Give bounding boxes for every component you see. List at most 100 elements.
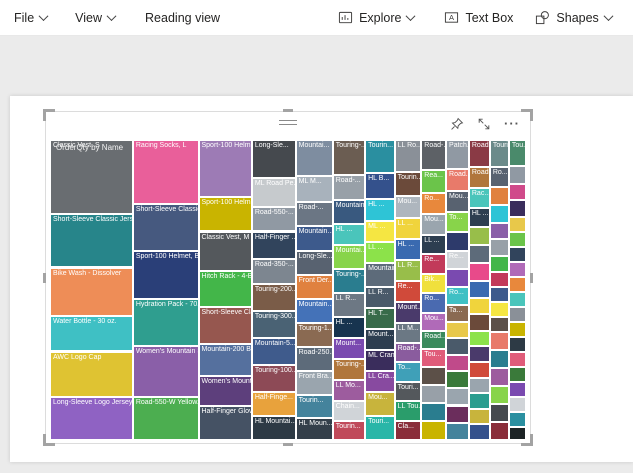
treemap-cell[interactable]: Touring-... (332, 359, 366, 380)
treemap-cell[interactable] (489, 302, 509, 317)
treemap-cell[interactable] (508, 165, 526, 184)
treemap-cell[interactable]: Cla... (394, 420, 422, 440)
treemap-cell[interactable]: LL R... (332, 293, 366, 317)
treemap-cell[interactable]: Mou... (421, 312, 447, 331)
treemap-cell[interactable]: Ro... (421, 293, 447, 313)
treemap-cell[interactable] (508, 306, 526, 322)
treemap-cell[interactable]: Hitch Rack - 4-Bi... (198, 271, 252, 307)
treemap-cell[interactable]: Road-... (421, 140, 447, 170)
menu-file[interactable]: File (14, 11, 49, 25)
selection-handle-top-left[interactable] (43, 109, 55, 121)
treemap-cell[interactable]: Sport-100 Helmet, B... (132, 251, 199, 299)
treemap-cell[interactable]: Tou... (421, 348, 447, 367)
treemap-cell[interactable]: Bike Wash - Dissolver (50, 267, 133, 316)
treemap-cell[interactable]: LL ... (365, 242, 395, 263)
treemap-cell[interactable] (421, 403, 447, 422)
treemap-cell[interactable]: Touring-300... (251, 311, 296, 338)
treemap-cell[interactable]: Touring-... (332, 140, 366, 175)
treemap-cell[interactable]: Short-Sleeve Classic Jerse... (50, 214, 133, 268)
treemap-cell[interactable]: Road-... (394, 342, 422, 362)
treemap-cell[interactable]: Road... (468, 167, 490, 188)
treemap-cell[interactable]: Mountain-5... (251, 338, 296, 365)
treemap-cell[interactable]: LL Tou... (394, 401, 422, 421)
treemap-cell[interactable] (508, 216, 526, 232)
treemap-cell[interactable]: To... (446, 212, 469, 232)
treemap-cell[interactable] (489, 350, 509, 368)
treemap-cell[interactable]: Re... (446, 251, 469, 269)
treemap-cell[interactable]: Touring-100... (251, 365, 296, 392)
treemap-cell[interactable] (508, 276, 526, 292)
treemap-cell[interactable]: Short-Sleeve Cla... (198, 306, 252, 344)
treemap-cell[interactable] (489, 239, 509, 256)
treemap-cell[interactable] (489, 186, 509, 205)
treemap-cell[interactable] (421, 384, 447, 404)
treemap-cell[interactable] (446, 422, 469, 440)
treemap-cell[interactable] (489, 222, 509, 239)
menu-view[interactable]: View (75, 11, 117, 25)
selection-handle-right[interactable] (530, 272, 533, 283)
treemap-cell[interactable]: Road... (421, 330, 447, 349)
treemap-cell[interactable]: LL ... (394, 218, 422, 239)
treemap-cell[interactable]: Mount... (394, 302, 422, 323)
treemap-cell[interactable] (468, 346, 490, 362)
treemap-cell[interactable]: Short-Sleeve Classic... (132, 203, 199, 251)
treemap-cell[interactable]: Re... (421, 254, 447, 274)
treemap-cell[interactable]: Mount... (332, 338, 366, 359)
treemap-cell[interactable]: Touri... (394, 381, 422, 401)
treemap-cell[interactable]: Mountain... (295, 225, 333, 251)
treemap-cell[interactable] (446, 321, 469, 338)
treemap-cell[interactable] (508, 366, 526, 382)
treemap-cell[interactable] (508, 291, 526, 307)
treemap-cell[interactable] (446, 405, 469, 423)
treemap-cell[interactable]: LL Cra... (365, 371, 395, 392)
treemap-cell[interactable]: Hydration Pack - 70... (132, 299, 199, 346)
treemap-cell[interactable]: Touring-... (332, 269, 366, 293)
treemap-cell[interactable]: LL Mo... (332, 380, 366, 401)
treemap-cell[interactable] (489, 386, 509, 404)
menu-explore[interactable]: Explore (338, 10, 416, 25)
selection-handle-top-right[interactable] (521, 109, 533, 121)
treemap-cell[interactable] (468, 227, 490, 245)
treemap-cell[interactable]: Long-Sle... (295, 251, 333, 275)
treemap-cell[interactable]: Long-Sle... (251, 140, 296, 178)
treemap-cell[interactable]: Classic Vest, M (198, 231, 252, 272)
treemap-cell[interactable]: Ro... (446, 287, 469, 305)
treemap-cell[interactable]: Patch... (446, 140, 469, 169)
treemap-cell[interactable]: Classic Vest, S (50, 140, 133, 215)
treemap-cell[interactable]: Mountain... (365, 263, 395, 287)
treemap-cell[interactable] (489, 287, 509, 302)
treemap-cell[interactable]: Long-Sleeve Logo Jersey, L (50, 397, 133, 440)
treemap-cell[interactable]: Mountain... (332, 200, 366, 224)
treemap-cell[interactable]: Ro... (421, 192, 447, 214)
treemap-cell[interactable]: Sport-100 Helm... (198, 140, 252, 197)
treemap-cell[interactable]: Women's Mountain S... (132, 345, 199, 397)
treemap-cell[interactable] (446, 354, 469, 371)
treemap-cell[interactable]: Road-550-W Yellow... (132, 396, 199, 440)
treemap-cell[interactable]: Women's Mount... (198, 376, 252, 407)
treemap-cell[interactable]: LL R... (394, 260, 422, 281)
treemap-cell[interactable]: Tourin... (394, 171, 422, 196)
treemap-cell[interactable] (446, 388, 469, 406)
treemap-cell[interactable] (489, 332, 509, 350)
treemap-cell[interactable]: Rea... (421, 170, 447, 193)
treemap-cell[interactable] (468, 263, 490, 281)
treemap-cell[interactable]: Re... (394, 281, 422, 302)
treemap-visual[interactable]: ··· OrderQty by Name Classic Vest, S Shor… (43, 109, 533, 446)
treemap-cell[interactable]: Mount... (365, 329, 395, 350)
treemap-cell[interactable] (468, 330, 490, 347)
treemap-cell[interactable]: ML Road Pe... (251, 177, 296, 207)
treemap-cell[interactable]: ML M... (295, 176, 333, 202)
drag-handle-icon[interactable] (279, 120, 297, 128)
pin-icon[interactable] (450, 116, 464, 132)
treemap-cell[interactable]: Tourin... (295, 395, 333, 418)
treemap-cell[interactable]: Ro... (489, 167, 509, 187)
treemap-cell[interactable]: Road-550-... (251, 206, 296, 232)
treemap-cell[interactable] (508, 396, 526, 412)
treemap-cell[interactable]: Road-250... (295, 347, 333, 371)
treemap-cell[interactable]: Road-... (295, 201, 333, 226)
treemap-cell[interactable]: LL M... (394, 323, 422, 343)
treemap-cell[interactable] (468, 393, 490, 409)
treemap-cell[interactable] (489, 204, 509, 223)
treemap-cell[interactable]: Mou... (365, 392, 395, 416)
treemap-cell[interactable]: Tou... (508, 140, 526, 166)
